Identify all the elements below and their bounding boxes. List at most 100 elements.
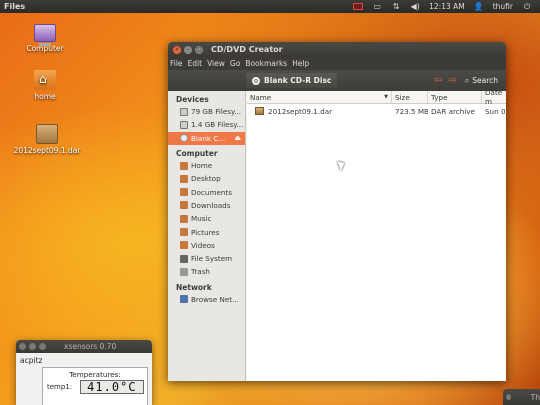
- menu-view[interactable]: View: [207, 59, 225, 68]
- desktop-icon-label: 2012sept09.1.dar: [13, 146, 81, 155]
- file-size: 723.5 MB: [395, 106, 428, 116]
- places-sidebar: Devices 79 GB Filesy... 1.4 GB Filesy...…: [168, 91, 246, 381]
- xsensors-window: xsensors 0.70 acpitz Temperatures: temp1…: [16, 340, 152, 405]
- xsensors-titlebar[interactable]: xsensors 0.70: [16, 340, 152, 353]
- videos-folder-icon: [180, 241, 188, 250]
- drive-icon: [180, 120, 188, 129]
- window-titlebar[interactable]: × – □ CD/DVD Creator: [168, 42, 506, 57]
- sort-down-icon: ▼: [384, 94, 388, 100]
- sidebar-item-label: Trash: [191, 267, 210, 277]
- sidebar-heading-computer: Computer: [176, 148, 218, 158]
- user-name[interactable]: thufir: [493, 2, 513, 11]
- user-indicator-icon[interactable]: 👤: [474, 2, 484, 11]
- desktop-icon-label: home: [34, 92, 56, 101]
- location-button[interactable]: Blank CD-R Disc: [246, 73, 338, 88]
- sidebar-item-videos[interactable]: Videos: [168, 239, 245, 252]
- sidebar-item-label: Browse Net...: [191, 294, 239, 304]
- menu-bookmarks[interactable]: Bookmarks: [245, 59, 287, 68]
- sidebar-item-label: Downloads: [191, 200, 231, 210]
- panel-indicators: ▭ ⇅ ◀) 12:13 AM 👤 thufir ⏻: [353, 2, 540, 11]
- archive-file-icon: [255, 107, 264, 115]
- desktop-icon-home[interactable]: home: [18, 70, 72, 101]
- partial-window[interactable]: Th: [503, 389, 540, 405]
- sidebar-item-label: Music: [191, 214, 212, 224]
- file-type: DAR archive: [431, 106, 475, 116]
- file-date: Sun 09: [485, 106, 506, 116]
- sidebar-item-1-4gb[interactable]: 1.4 GB Filesy...: [168, 118, 245, 131]
- sidebar-item-label: Videos: [191, 240, 215, 250]
- sidebar-item-trash[interactable]: Trash: [168, 265, 245, 278]
- file-row[interactable]: 2012sept09.1.dar 723.5 MB DAR archive Su…: [247, 104, 506, 118]
- volume-indicator-icon[interactable]: ◀): [410, 2, 420, 11]
- sidebar-item-label: 1.4 GB Filesy...: [191, 120, 244, 130]
- menu-edit[interactable]: Edit: [188, 59, 203, 68]
- power-indicator-icon[interactable]: ⏻: [522, 2, 532, 11]
- partial-window-title: Th: [530, 392, 540, 402]
- sidebar-item-label: Documents: [191, 187, 232, 197]
- sidebar-item-label: File System: [191, 254, 233, 264]
- xsensors-title: xsensors 0.70: [64, 342, 117, 351]
- computer-icon: [34, 24, 56, 46]
- sidebar-item-label: Desktop: [191, 174, 221, 184]
- sensor-label: temp1:: [47, 382, 73, 391]
- archive-icon: [36, 124, 58, 144]
- column-header-size[interactable]: Size: [392, 91, 428, 103]
- forward-arrow-icon[interactable]: ⇨: [448, 75, 456, 86]
- desktop-icon-archive[interactable]: 2012sept09.1.dar: [12, 124, 82, 155]
- search-icon[interactable]: ⌕: [465, 76, 469, 86]
- sidebar-item-79gb[interactable]: 79 GB Filesy...: [168, 105, 245, 118]
- desktop-icon-computer[interactable]: Computer: [18, 24, 72, 53]
- desktop-folder-icon: [180, 174, 188, 183]
- back-arrow-icon[interactable]: ⇦: [434, 75, 442, 86]
- sidebar-heading-devices: Devices: [176, 95, 209, 104]
- close-icon[interactable]: ×: [173, 45, 181, 54]
- sidebar-item-browse-network[interactable]: Browse Net...: [168, 293, 245, 306]
- sidebar-item-home[interactable]: Home: [168, 159, 245, 172]
- close-icon[interactable]: [19, 343, 26, 350]
- sensor-chip-label: acpitz: [20, 356, 43, 365]
- eject-icon[interactable]: ⏏: [234, 134, 241, 142]
- window-title: CD/DVD Creator: [211, 45, 283, 54]
- column-header-date[interactable]: Date m: [482, 88, 506, 106]
- disc-icon: [252, 76, 260, 85]
- sidebar-item-desktop[interactable]: Desktop: [168, 172, 245, 185]
- menu-file[interactable]: File: [170, 59, 183, 68]
- messaging-indicator-icon[interactable]: [353, 3, 364, 11]
- sidebar-item-label: Blank C...: [191, 133, 226, 143]
- temperature-readout: 41.0°C: [80, 380, 144, 394]
- minimize-icon[interactable]: [29, 343, 36, 350]
- sidebar-heading-network: Network: [176, 282, 212, 292]
- menu-help[interactable]: Help: [292, 59, 309, 68]
- top-panel: Files ▭ ⇅ ◀) 12:13 AM 👤 thufir ⏻: [0, 0, 540, 13]
- cd-dvd-creator-window: × – □ CD/DVD Creator File Edit View Go B…: [168, 42, 506, 381]
- sidebar-item-blank-cd[interactable]: Blank C... ⏏: [168, 131, 245, 145]
- maximize-icon[interactable]: □: [195, 45, 203, 54]
- toolbar: Blank CD-R Disc ⇦ ⇨ ⌕ Search: [168, 70, 506, 91]
- keyboard-indicator-icon[interactable]: ▭: [372, 2, 382, 11]
- temperatures-label: Temperatures:: [69, 370, 121, 379]
- maximize-icon[interactable]: [39, 343, 46, 350]
- sidebar-item-label: 79 GB Filesy...: [191, 107, 242, 117]
- sidebar-item-documents[interactable]: Documents: [168, 185, 245, 198]
- menu-go[interactable]: Go: [230, 59, 240, 68]
- sidebar-item-file-system[interactable]: File System: [168, 252, 245, 265]
- app-menu-title[interactable]: Files: [0, 2, 25, 11]
- trash-icon: [180, 267, 188, 276]
- clock[interactable]: 12:13 AM: [429, 2, 465, 11]
- column-header-name[interactable]: Name ▼: [247, 91, 392, 103]
- sidebar-item-downloads[interactable]: Downloads: [168, 199, 245, 212]
- sidebar-item-music[interactable]: Music: [168, 212, 245, 225]
- music-folder-icon: [180, 214, 188, 223]
- file-system-icon: [180, 254, 188, 263]
- sidebar-item-label: Home: [191, 161, 213, 171]
- sidebar-item-pictures[interactable]: Pictures: [168, 225, 245, 238]
- close-icon[interactable]: [506, 394, 511, 400]
- temperature-panel: Temperatures: temp1: 41.0°C: [42, 367, 148, 405]
- downloads-folder-icon: [180, 201, 188, 210]
- location-label: Blank CD-R Disc: [264, 76, 332, 85]
- column-header-type[interactable]: Type: [428, 91, 482, 103]
- search-label[interactable]: Search: [472, 76, 498, 85]
- minimize-icon[interactable]: –: [184, 45, 192, 54]
- network-indicator-icon[interactable]: ⇅: [391, 2, 401, 11]
- disc-icon: [180, 134, 188, 143]
